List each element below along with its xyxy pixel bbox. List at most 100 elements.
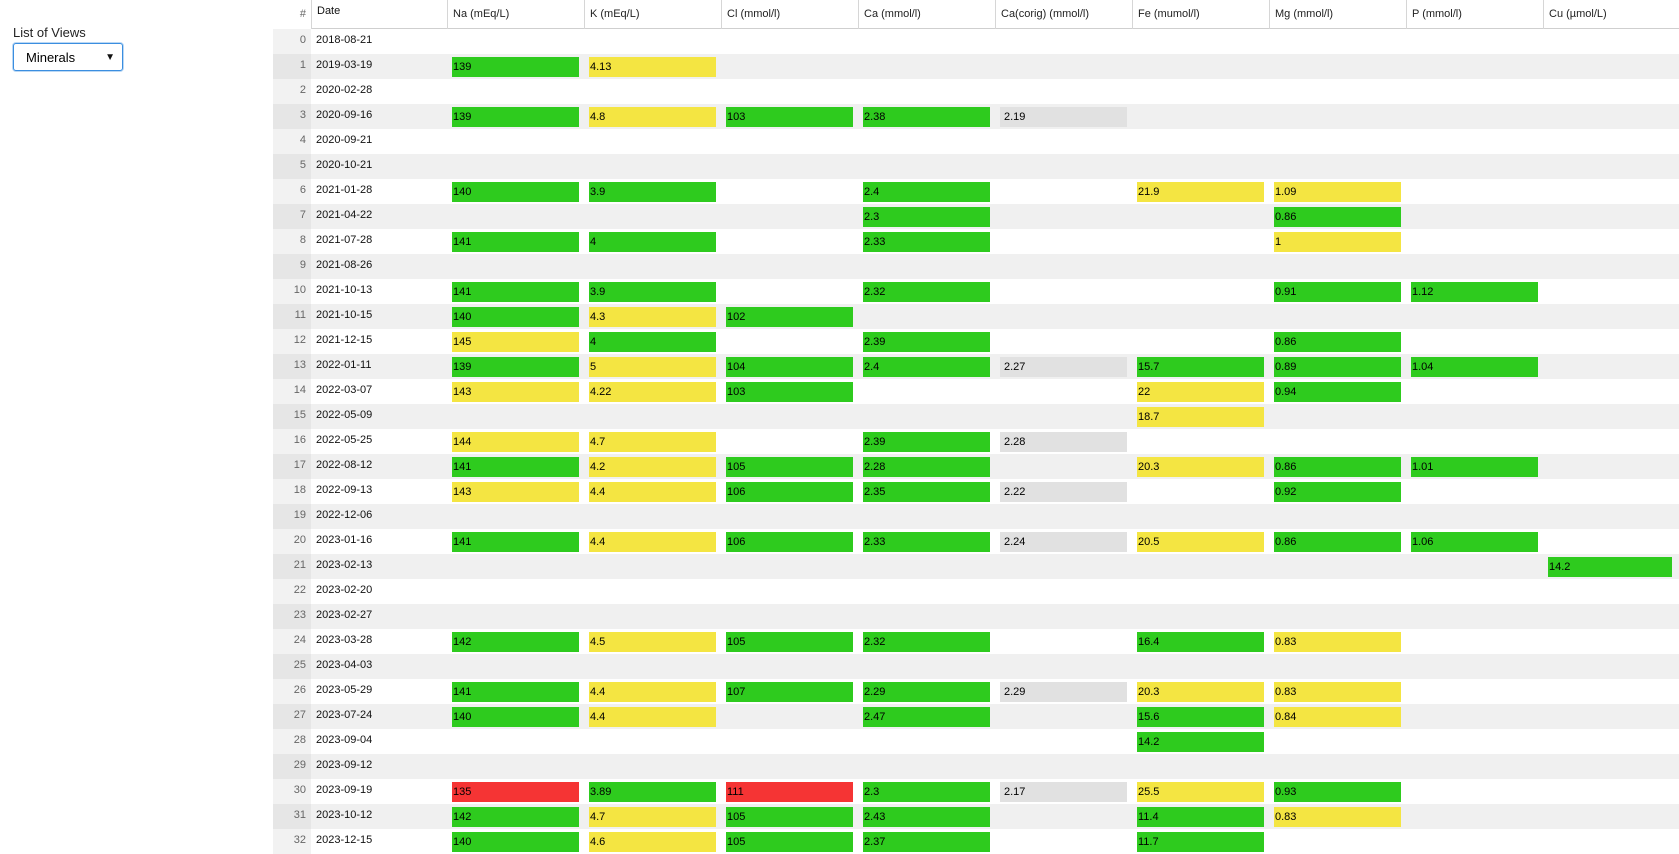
table-cell[interactable] — [447, 754, 584, 779]
table-cell[interactable] — [858, 729, 995, 754]
table-row[interactable]: 29 2023-09-12 — [273, 754, 1679, 779]
table-cell[interactable]: 106 — [721, 529, 858, 554]
table-row[interactable]: 25 2023-04-03 — [273, 654, 1679, 679]
table-cell[interactable] — [1406, 679, 1543, 704]
table-cell[interactable] — [1269, 29, 1406, 54]
table-row[interactable]: 31 2023-10-12 142 4.7 105 2.43 11.4 0.83 — [273, 804, 1679, 829]
table-cell[interactable] — [1269, 554, 1406, 579]
table-cell[interactable]: 4.4 — [584, 529, 721, 554]
table-cell[interactable]: 22 — [1132, 379, 1269, 404]
table-cell[interactable]: 2.33 — [858, 229, 995, 254]
table-cell[interactable]: 2.29 — [995, 679, 1132, 704]
table-cell[interactable]: 139 — [447, 104, 584, 129]
table-row[interactable]: 24 2023-03-28 142 4.5 105 2.32 16.4 0.83 — [273, 629, 1679, 654]
table-cell[interactable] — [584, 154, 721, 179]
table-cell[interactable] — [995, 29, 1132, 54]
table-cell[interactable]: 2.32 — [858, 629, 995, 654]
table-cell[interactable]: 14.2 — [1132, 729, 1269, 754]
table-cell[interactable]: 0.83 — [1269, 804, 1406, 829]
table-cell[interactable]: 2.3 — [858, 204, 995, 229]
table-cell[interactable]: 4.6 — [584, 829, 721, 854]
table-row[interactable]: 9 2021-08-26 — [273, 254, 1679, 279]
table-row[interactable]: 1 2019-03-19 139 4.13 — [273, 54, 1679, 79]
table-cell[interactable] — [995, 504, 1132, 529]
table-cell[interactable]: 21.9 — [1132, 179, 1269, 204]
table-cell[interactable] — [584, 604, 721, 629]
table-cell[interactable]: 11.4 — [1132, 804, 1269, 829]
table-row[interactable]: 19 2022-12-06 — [273, 504, 1679, 529]
table-cell[interactable]: 0.91 — [1269, 279, 1406, 304]
table-cell[interactable] — [995, 704, 1132, 729]
table-cell[interactable]: 0.86 — [1269, 204, 1406, 229]
table-cell[interactable]: 15.6 — [1132, 704, 1269, 729]
table-cell[interactable]: 1.12 — [1406, 279, 1543, 304]
table-cell[interactable]: 20.5 — [1132, 529, 1269, 554]
table-row[interactable]: 27 2023-07-24 140 4.4 2.47 15.6 0.84 — [273, 704, 1679, 729]
table-cell[interactable]: 2.28 — [858, 454, 995, 479]
table-cell[interactable]: 4.22 — [584, 379, 721, 404]
table-cell[interactable] — [1406, 379, 1543, 404]
table-cell[interactable]: 1.04 — [1406, 354, 1543, 379]
table-cell[interactable] — [1406, 104, 1543, 129]
table-cell[interactable] — [1406, 779, 1543, 804]
table-cell[interactable] — [995, 54, 1132, 79]
table-cell[interactable]: 0.86 — [1269, 329, 1406, 354]
table-cell[interactable] — [1543, 79, 1677, 104]
table-cell[interactable] — [721, 504, 858, 529]
table-cell[interactable]: 2.27 — [995, 354, 1132, 379]
table-cell[interactable] — [1132, 79, 1269, 104]
table-cell[interactable] — [1269, 829, 1406, 854]
table-cell[interactable]: 104 — [721, 354, 858, 379]
table-cell[interactable] — [721, 54, 858, 79]
table-cell[interactable] — [1543, 579, 1677, 604]
table-row[interactable]: 16 2022-05-25 144 4.7 2.39 2.28 — [273, 429, 1679, 454]
table-cell[interactable] — [447, 154, 584, 179]
table-cell[interactable] — [858, 754, 995, 779]
table-cell[interactable] — [858, 404, 995, 429]
table-cell[interactable] — [1132, 104, 1269, 129]
table-cell[interactable] — [995, 204, 1132, 229]
table-cell[interactable] — [721, 154, 858, 179]
table-cell[interactable] — [1406, 629, 1543, 654]
table-cell[interactable] — [1406, 429, 1543, 454]
table-cell[interactable]: 1.09 — [1269, 179, 1406, 204]
table-cell[interactable] — [1132, 229, 1269, 254]
table-cell[interactable] — [584, 404, 721, 429]
table-cell[interactable]: 2.24 — [995, 529, 1132, 554]
table-cell[interactable]: 1.06 — [1406, 529, 1543, 554]
table-cell[interactable] — [1132, 29, 1269, 54]
table-cell[interactable] — [858, 504, 995, 529]
table-cell[interactable] — [1269, 154, 1406, 179]
table-cell[interactable] — [1543, 154, 1677, 179]
table-cell[interactable] — [447, 654, 584, 679]
table-cell[interactable]: 0.83 — [1269, 629, 1406, 654]
table-cell[interactable] — [721, 729, 858, 754]
table-cell[interactable] — [1543, 779, 1677, 804]
table-cell[interactable] — [721, 204, 858, 229]
table-cell[interactable] — [584, 129, 721, 154]
column-header[interactable]: Na (mEq/L) — [447, 0, 584, 29]
table-cell[interactable] — [1543, 29, 1677, 54]
table-cell[interactable] — [1543, 829, 1677, 854]
table-cell[interactable]: 107 — [721, 679, 858, 704]
table-cell[interactable]: 4.4 — [584, 479, 721, 504]
index-header[interactable]: # — [273, 0, 311, 29]
column-header[interactable]: Cl (mmol/l) — [721, 0, 858, 29]
table-cell[interactable] — [1132, 604, 1269, 629]
table-cell[interactable] — [721, 254, 858, 279]
table-cell[interactable]: 0.84 — [1269, 704, 1406, 729]
table-cell[interactable] — [1406, 479, 1543, 504]
table-cell[interactable] — [447, 504, 584, 529]
table-cell[interactable]: 4.5 — [584, 629, 721, 654]
table-cell[interactable]: 2.33 — [858, 529, 995, 554]
table-cell[interactable] — [1543, 54, 1677, 79]
table-cell[interactable] — [1132, 329, 1269, 354]
table-cell[interactable] — [1406, 704, 1543, 729]
table-cell[interactable] — [1406, 404, 1543, 429]
table-row[interactable]: 12 2021-12-15 145 4 2.39 0.86 — [273, 329, 1679, 354]
table-cell[interactable] — [858, 154, 995, 179]
table-row[interactable]: 17 2022-08-12 141 4.2 105 2.28 20.3 0.86 1.01 — [273, 454, 1679, 479]
table-cell[interactable] — [1406, 504, 1543, 529]
table-cell[interactable]: 2.47 — [858, 704, 995, 729]
table-row[interactable]: 4 2020-09-21 — [273, 129, 1679, 154]
